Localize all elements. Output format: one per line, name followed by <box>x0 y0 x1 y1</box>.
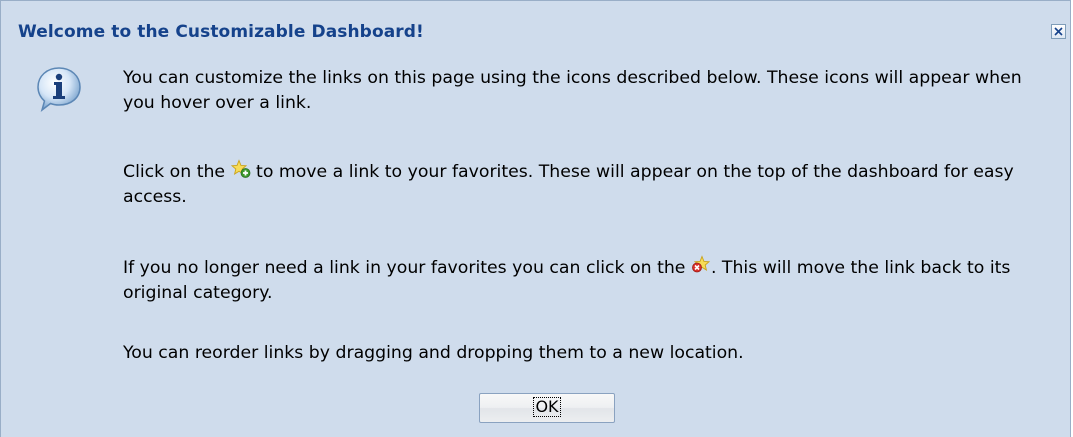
ok-button[interactable]: OK <box>479 393 615 423</box>
paragraph3-text-before: If you no longer need a link in your fav… <box>123 258 691 278</box>
welcome-dialog: Welcome to the Customizable Dashboard! Y… <box>0 0 1071 437</box>
paragraph2-text-before: Click on the <box>123 162 231 182</box>
star-add-icon <box>230 159 250 178</box>
info-icon <box>37 67 81 112</box>
ok-button-label: OK <box>533 397 561 417</box>
favorite-remove-paragraph: If you no longer need a link in your fav… <box>123 255 1043 306</box>
close-icon <box>1054 27 1063 36</box>
intro-paragraph: You can customize the links on this page… <box>123 68 1022 113</box>
paragraph2-text-after: to move a link to your favorites. These … <box>123 162 1014 207</box>
dialog-title: Welcome to the Customizable Dashboard! <box>18 22 424 42</box>
favorite-add-paragraph: Click on the to move a link to your favo… <box>123 159 1043 210</box>
reorder-paragraph: You can reorder links by dragging and dr… <box>123 343 744 363</box>
star-remove-icon <box>692 255 711 273</box>
dialog-header: Welcome to the Customizable Dashboard! <box>1 1 1070 61</box>
close-button[interactable] <box>1051 24 1066 39</box>
